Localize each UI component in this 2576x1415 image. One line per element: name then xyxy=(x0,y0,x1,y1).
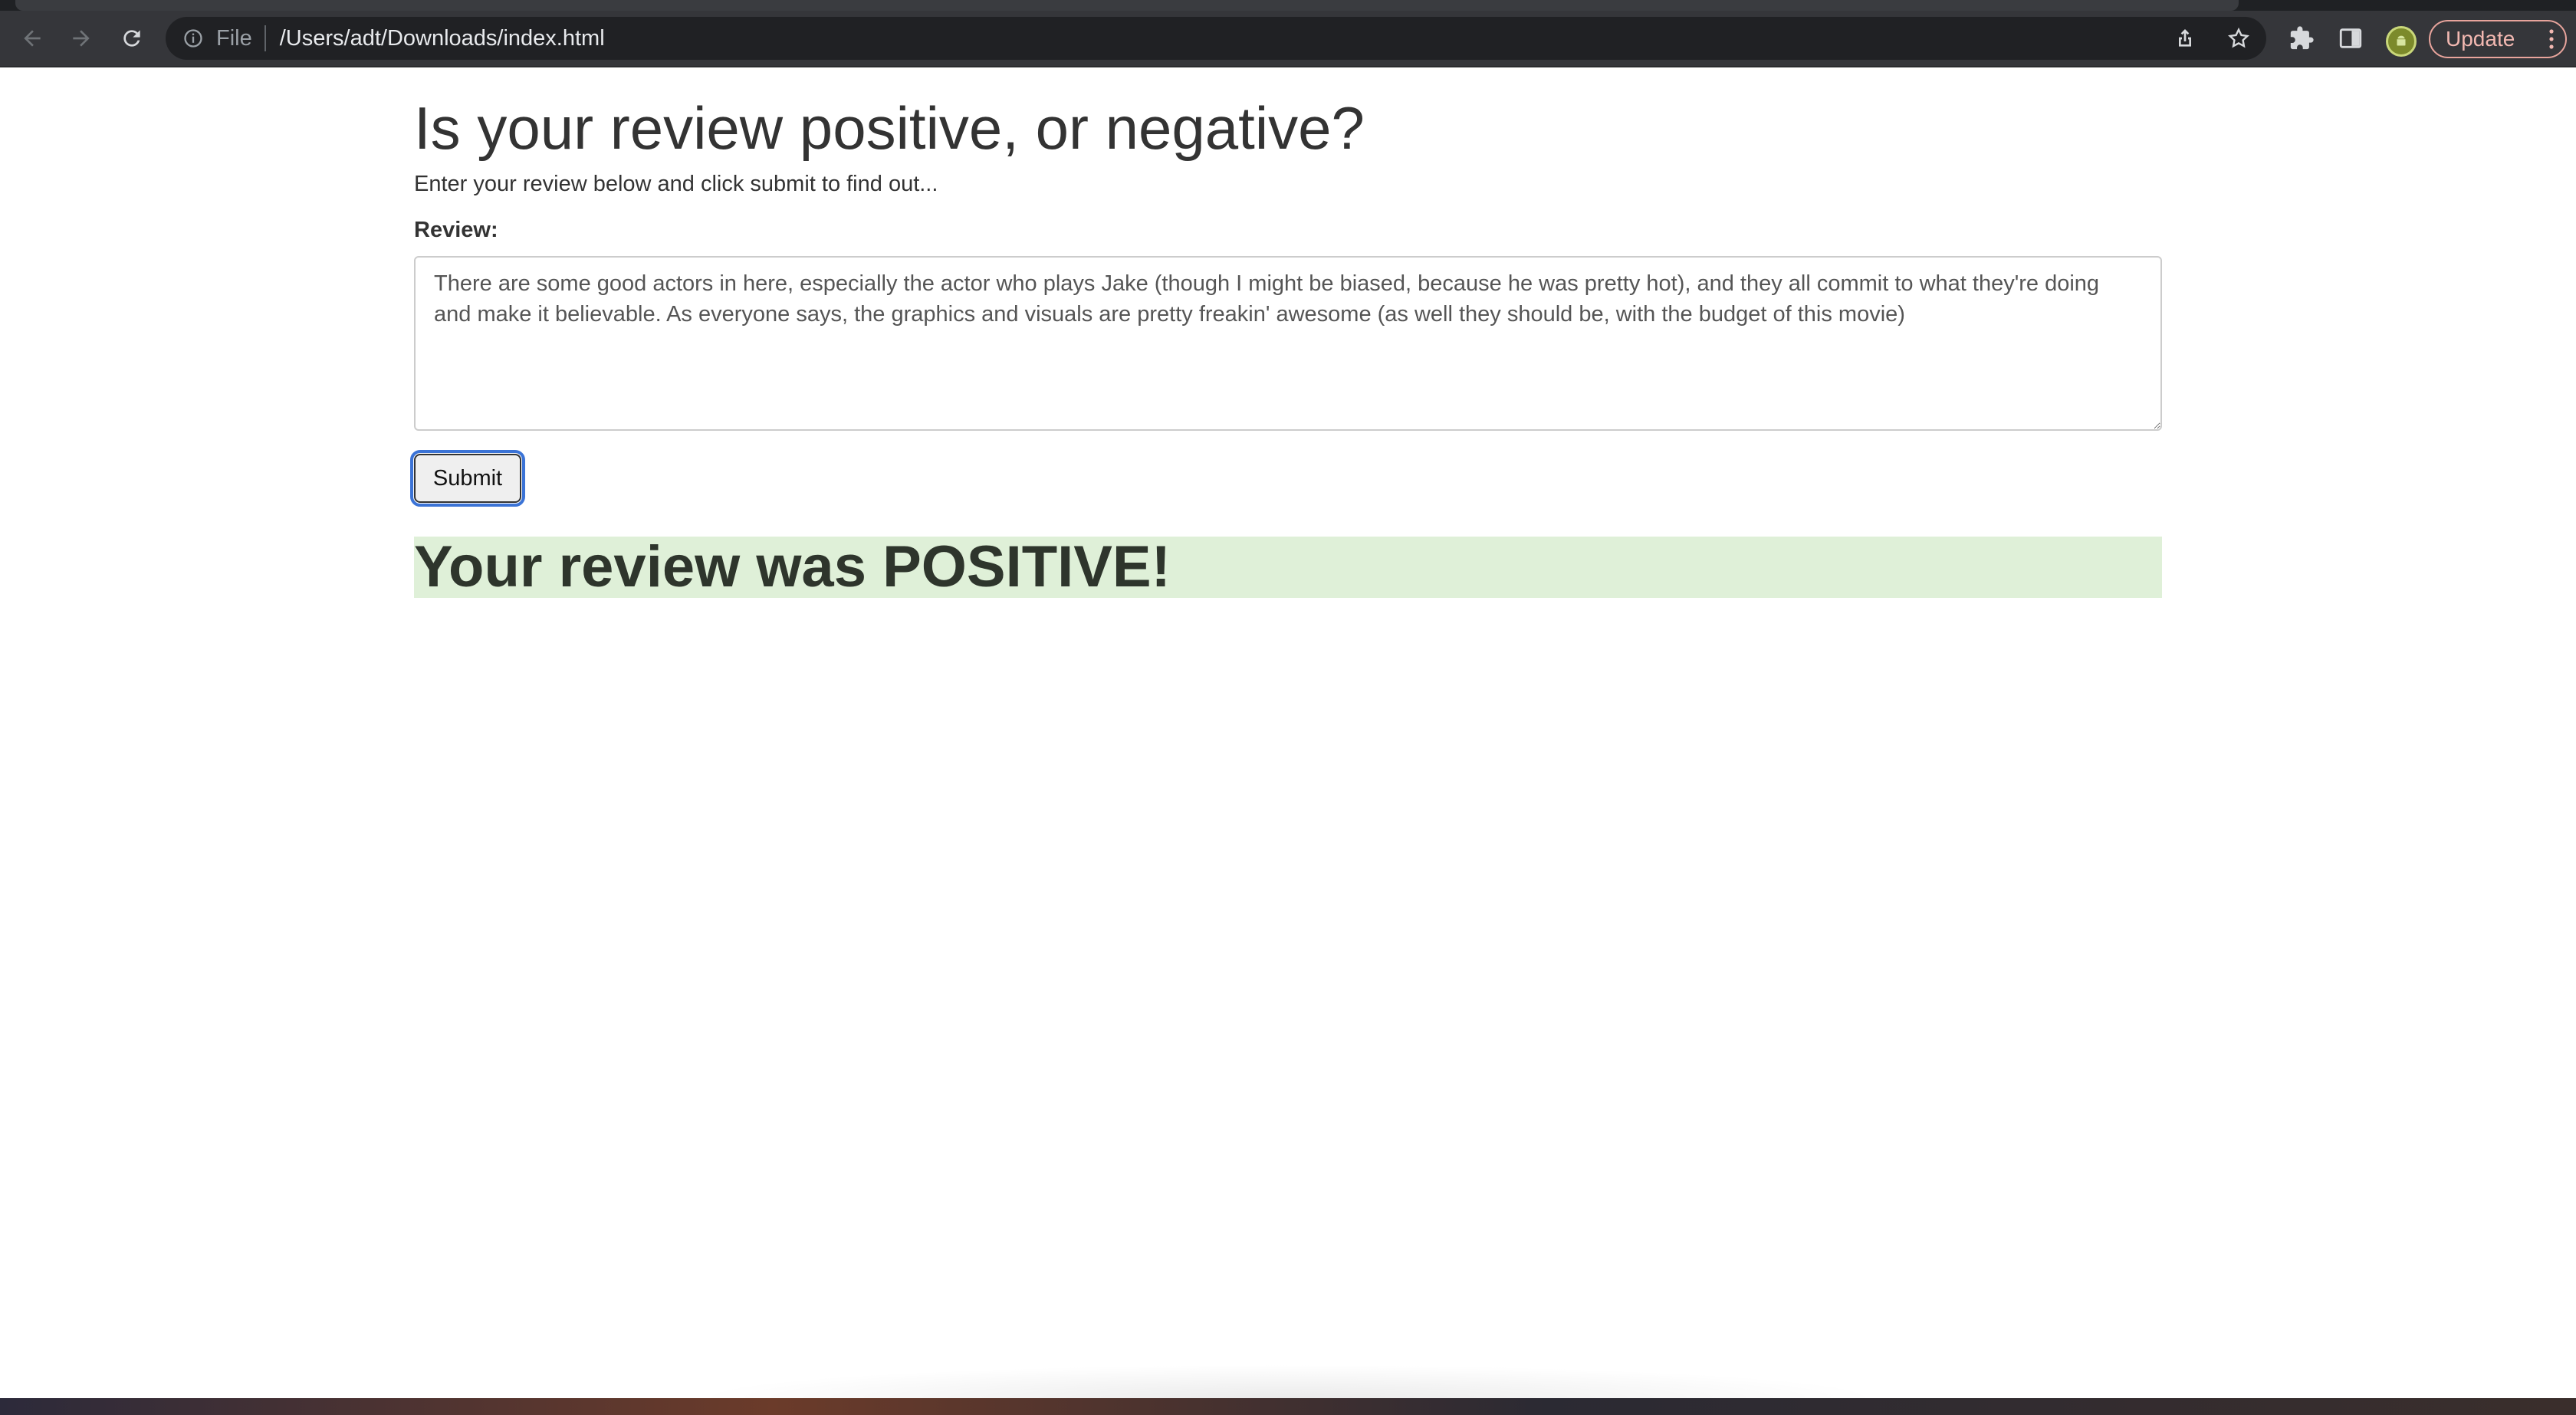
update-button[interactable]: Update xyxy=(2429,20,2567,58)
intro-text: Enter your review below and click submit… xyxy=(414,172,938,196)
tab-strip xyxy=(0,0,2576,11)
omnibox-actions xyxy=(2173,25,2251,52)
android-icon xyxy=(2397,35,2406,46)
profile-avatar[interactable] xyxy=(2386,26,2417,57)
side-panel-icon xyxy=(2339,28,2362,48)
url-scheme-label: File xyxy=(216,25,252,51)
submit-button[interactable]: Submit xyxy=(410,450,525,507)
share-icon[interactable] xyxy=(2173,26,2197,51)
update-label: Update xyxy=(2446,27,2515,51)
forward-button[interactable] xyxy=(64,21,98,55)
dock-shadow xyxy=(690,1364,1886,1398)
review-textarea[interactable]: There are some good actors in here, espe… xyxy=(414,256,2162,431)
browser-toolbar: File /Users/adt/Downloads/index.html Upd… xyxy=(0,11,2576,67)
back-button[interactable] xyxy=(15,21,49,55)
reload-button[interactable] xyxy=(115,21,149,55)
result-banner: Your review was POSITIVE! xyxy=(414,537,2162,598)
desktop-dock-edge xyxy=(0,1398,2576,1415)
arrow-left-icon xyxy=(24,30,41,47)
active-tab[interactable] xyxy=(15,0,2239,11)
address-bar[interactable]: File /Users/adt/Downloads/index.html xyxy=(166,17,2266,60)
side-panel-button[interactable] xyxy=(2337,25,2364,52)
page-viewport: Is your review positive, or negative? En… xyxy=(0,67,2576,1398)
result-text: Your review was POSITIVE! xyxy=(414,534,1171,599)
info-icon[interactable] xyxy=(182,28,204,49)
reload-icon xyxy=(123,30,140,47)
bookmark-star-icon[interactable] xyxy=(2226,26,2251,51)
extensions-button[interactable] xyxy=(2288,25,2315,52)
review-label: Review: xyxy=(414,218,498,242)
more-vert-icon[interactable] xyxy=(2548,28,2555,51)
arrow-right-icon xyxy=(73,30,90,47)
url-separator xyxy=(264,25,266,51)
url-text[interactable]: /Users/adt/Downloads/index.html xyxy=(280,26,605,51)
puzzle-icon xyxy=(2290,26,2314,50)
page-title: Is your review positive, or negative? xyxy=(414,94,1365,162)
